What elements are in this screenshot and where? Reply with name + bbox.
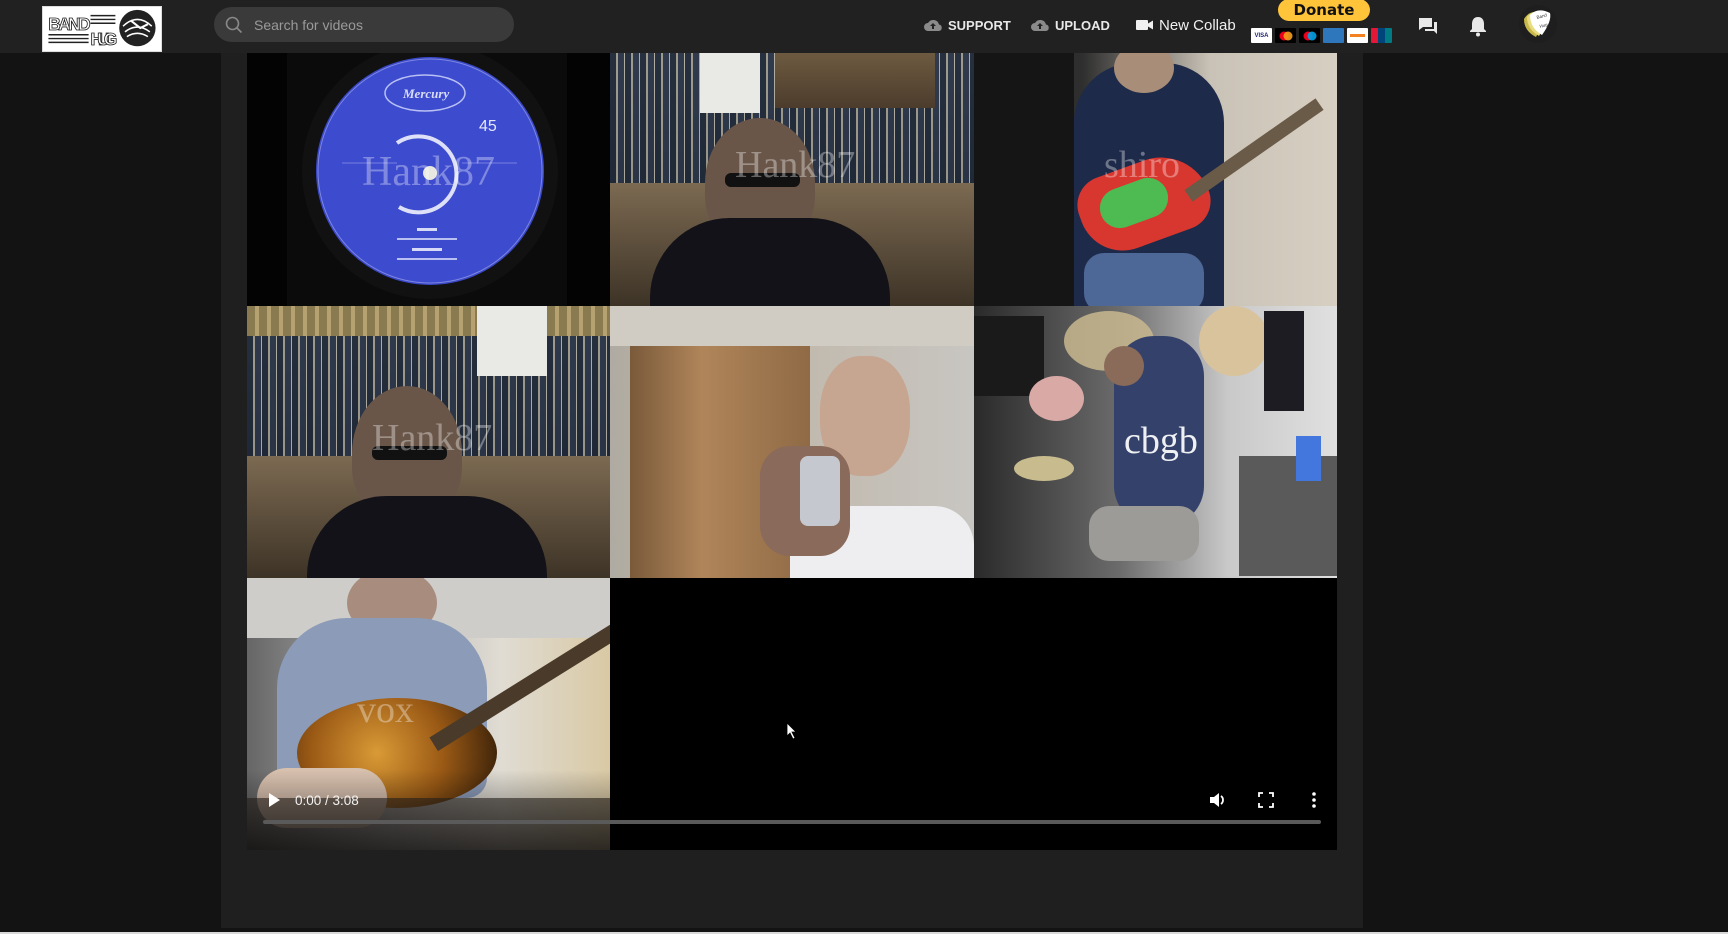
- upload-label: UPLOAD: [1055, 17, 1110, 33]
- band-hug-logo[interactable]: BAND HUG: [42, 6, 162, 52]
- unionpay-card-icon: [1371, 28, 1392, 43]
- time-display: 0:00 / 3:08: [295, 793, 359, 808]
- fullscreen-icon[interactable]: [1256, 790, 1276, 810]
- tile-drummer: cbgb: [974, 306, 1337, 578]
- tile-record: Mercury 45 Hank87: [247, 53, 610, 306]
- video-camera-icon: [1136, 20, 1153, 30]
- logo-text-hug: HUG: [91, 29, 118, 49]
- vinyl-record-image: Mercury 45: [302, 53, 558, 299]
- amex-card-icon: [1323, 28, 1344, 43]
- discover-card-icon: [1347, 28, 1368, 43]
- logo-text-band: BAND: [48, 14, 90, 34]
- record-label-text: Mercury: [402, 86, 449, 101]
- support-label: SUPPORT: [948, 17, 1011, 33]
- chat-icon[interactable]: [1416, 14, 1440, 38]
- volume-icon[interactable]: [1208, 790, 1228, 810]
- cloud-upload-icon: [924, 20, 942, 31]
- video-player[interactable]: Mercury 45 Hank87 Hank87 shiro Hank87 cb…: [247, 53, 1337, 850]
- tile-trumpet: [610, 306, 974, 578]
- top-header: BAND HUG SUPPORT: [0, 0, 1728, 53]
- donate-button[interactable]: Donate: [1278, 0, 1370, 21]
- support-link[interactable]: SUPPORT: [923, 14, 1011, 36]
- cloud-upload-icon: [1031, 20, 1049, 31]
- seek-bar[interactable]: [263, 820, 1321, 824]
- user-avatar[interactable]: Band Hug: [1519, 5, 1557, 43]
- tile-bookshelf-man: Hank87: [610, 53, 974, 306]
- search-input[interactable]: [254, 16, 494, 33]
- maestro-card-icon: [1299, 28, 1320, 43]
- visa-card-icon: VISA: [1251, 28, 1272, 43]
- donate-widget: Donate VISA: [1250, 0, 1400, 46]
- search-icon: [225, 16, 243, 33]
- tile-bookshelf-man-2: Hank87: [247, 306, 610, 578]
- logo-graphic: BAND HUG: [44, 7, 160, 51]
- record-speed-text: 45: [479, 118, 497, 135]
- guitar-picks-avatar-icon: Band Hug: [1519, 5, 1557, 43]
- bell-icon[interactable]: [1466, 14, 1490, 38]
- tile-guitarist-strat: shiro: [974, 53, 1337, 306]
- mastercard-icon: [1275, 28, 1296, 43]
- new-collab-link[interactable]: New Collab: [1136, 14, 1236, 36]
- video-controls: 0:00 / 3:08: [247, 770, 1337, 850]
- payment-cards: VISA: [1251, 28, 1392, 43]
- search-bar[interactable]: [214, 7, 514, 42]
- more-options-icon[interactable]: [1304, 790, 1324, 810]
- new-collab-label: New Collab: [1159, 16, 1236, 34]
- upload-link[interactable]: UPLOAD: [1030, 14, 1110, 36]
- play-icon[interactable]: [266, 792, 282, 808]
